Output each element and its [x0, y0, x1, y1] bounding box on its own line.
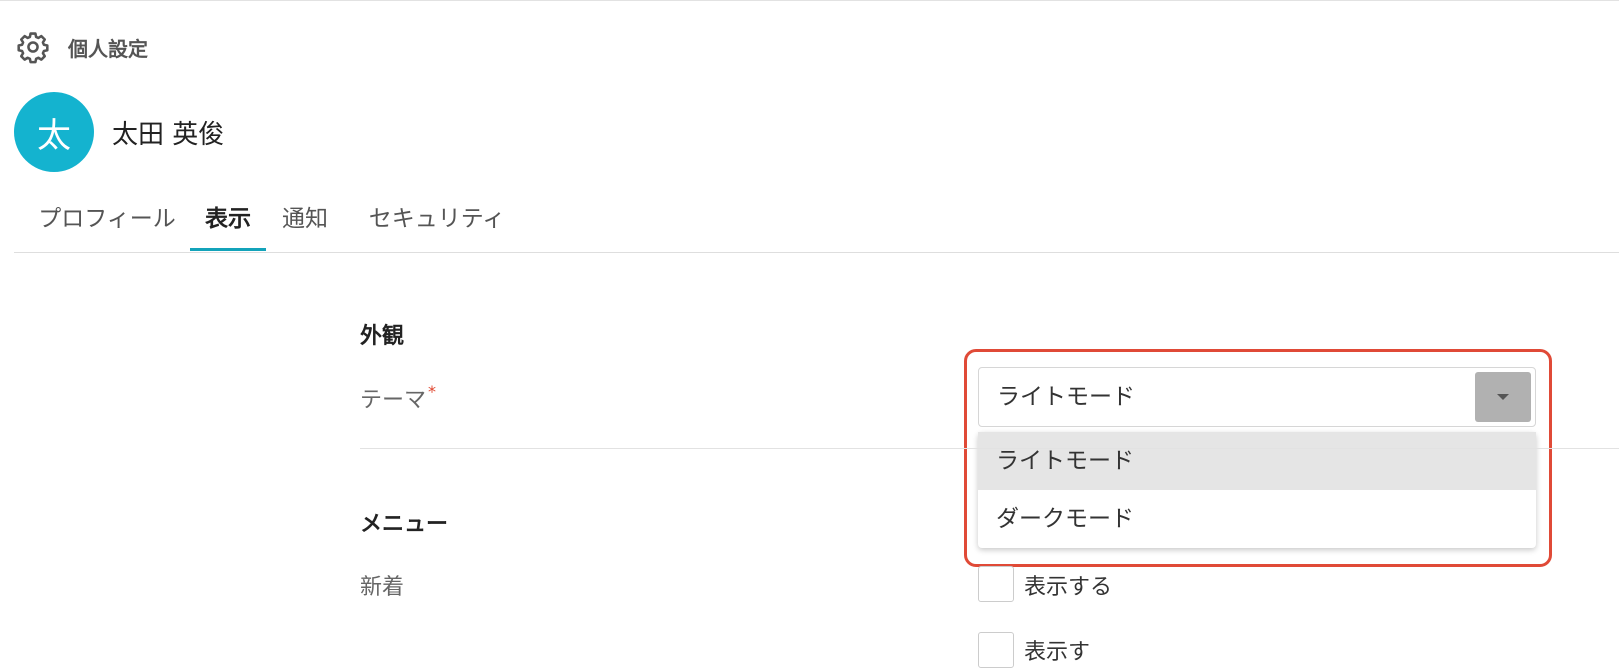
- option-light-mode[interactable]: ライトモード: [978, 432, 1536, 490]
- tab-display[interactable]: 表示: [190, 190, 266, 251]
- new-show-checkbox[interactable]: [978, 566, 1014, 602]
- theme-label: テーマ *: [360, 382, 436, 414]
- user-info: 太 太田 英俊: [14, 92, 224, 172]
- tab-profile[interactable]: プロフィール: [26, 190, 188, 250]
- settings-tabs: プロフィール 表示 通知 セキュリティ: [14, 190, 1619, 253]
- theme-label-text: テーマ: [360, 388, 427, 413]
- top-divider: [0, 0, 1619, 1]
- theme-select[interactable]: ライトモード: [978, 367, 1536, 427]
- new-show-label: 表示する: [1024, 575, 1113, 600]
- section-divider: [360, 448, 1619, 449]
- caret-down-icon: [1497, 394, 1509, 400]
- menu-item-show-label: 表示す: [1024, 640, 1091, 665]
- menu-item-checkbox[interactable]: [978, 632, 1014, 668]
- avatar: 太: [14, 92, 94, 172]
- tab-notifications[interactable]: 通知: [276, 190, 334, 250]
- menu-section-title: メニュー: [360, 512, 449, 537]
- required-mark: *: [428, 382, 437, 401]
- new-label: 新着: [360, 575, 405, 600]
- option-dark-mode[interactable]: ダークモード: [978, 490, 1536, 548]
- tab-security[interactable]: セキュリティ: [356, 190, 518, 250]
- user-name: 太田 英俊: [112, 119, 225, 150]
- gear-icon: [16, 30, 50, 64]
- theme-dropdown-list: ライトモード ダークモード: [978, 432, 1536, 548]
- page-title: 個人設定: [68, 36, 148, 61]
- dropdown-toggle-button[interactable]: [1475, 372, 1531, 422]
- theme-select-value: ライトモード: [997, 384, 1135, 410]
- page-header: 個人設定: [16, 30, 148, 64]
- appearance-section-title: 外観: [360, 324, 405, 349]
